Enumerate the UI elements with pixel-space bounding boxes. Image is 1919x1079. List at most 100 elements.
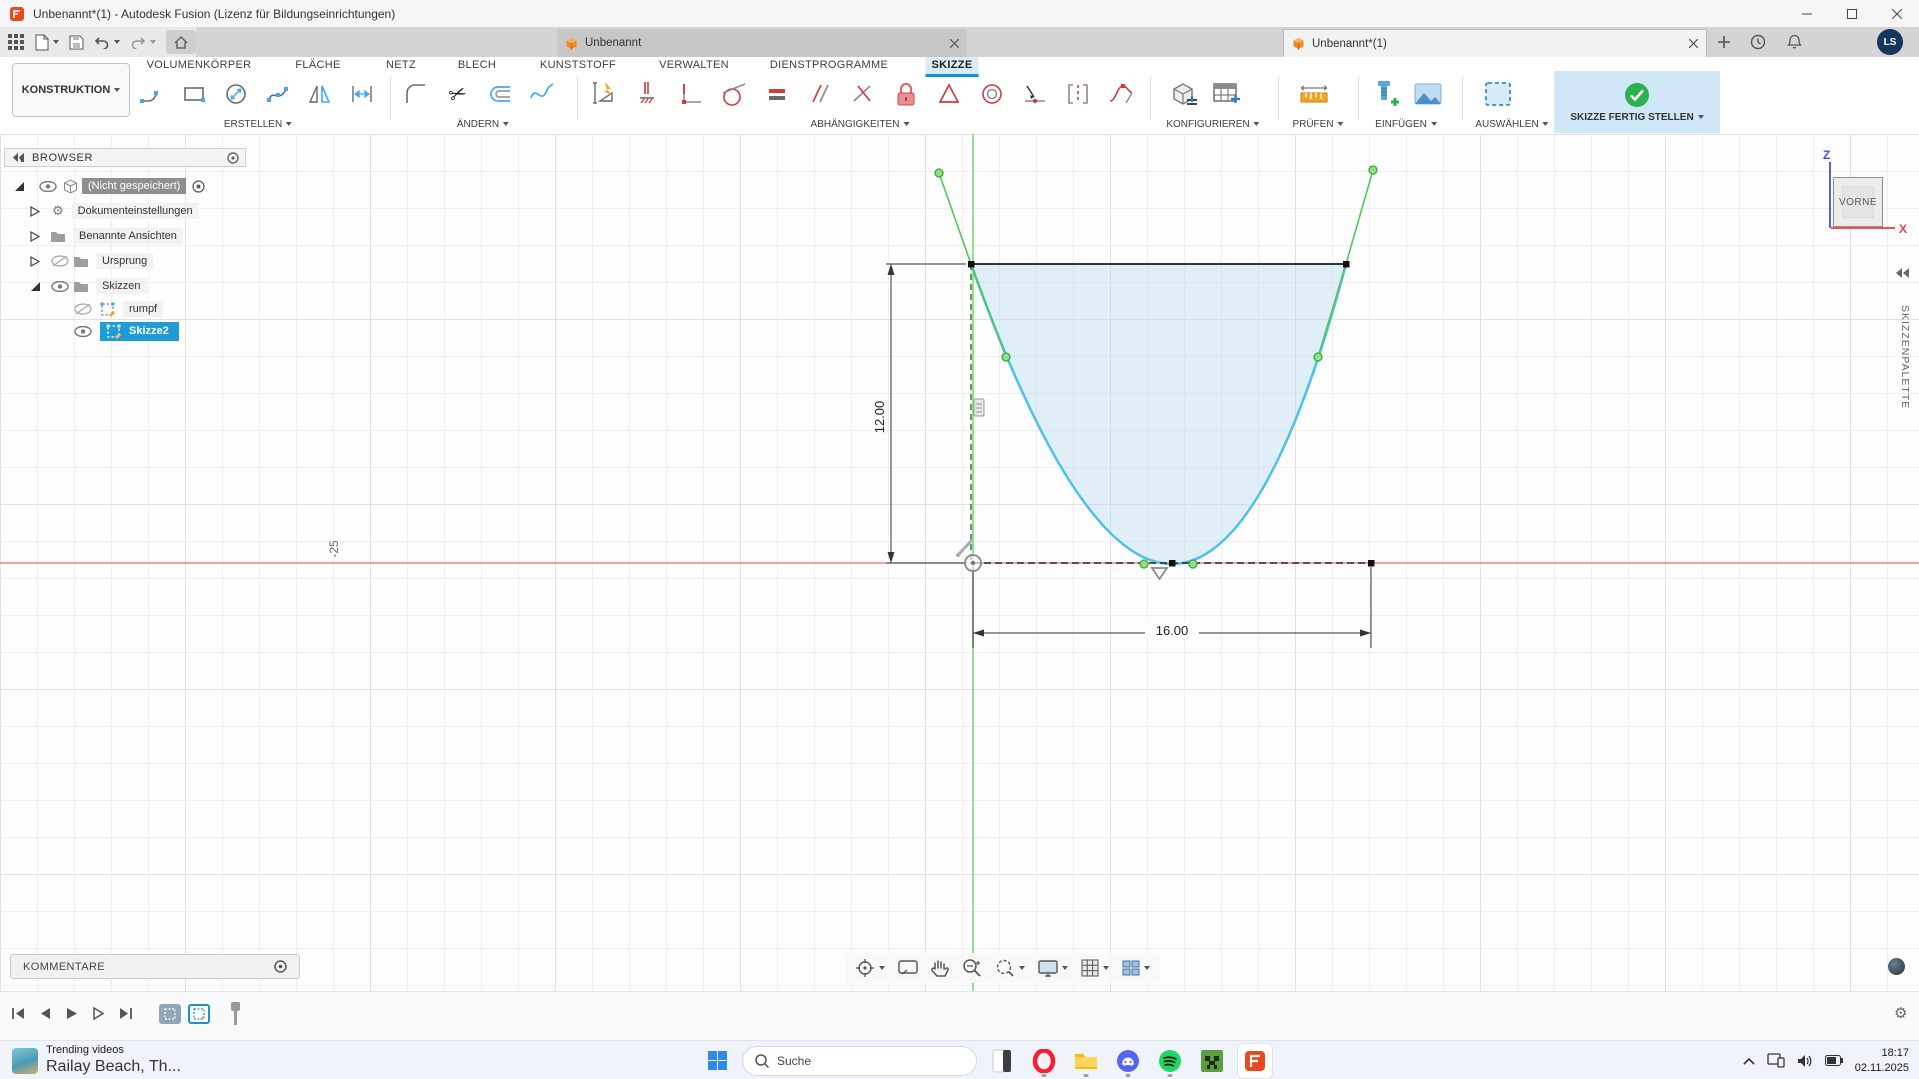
job-status-icon[interactable] <box>1750 34 1766 50</box>
app-icon-discord[interactable] <box>1111 1044 1145 1078</box>
tree-row-named-views[interactable]: Benannte Ansichten <box>30 226 183 246</box>
configuration-table-tool[interactable] <box>1208 74 1244 114</box>
settings-gear-icon[interactable]: ⚙ <box>1894 1004 1907 1022</box>
app-icon-spotify[interactable] <box>1153 1044 1187 1078</box>
save-icon[interactable] <box>69 35 84 50</box>
group-label-configure[interactable]: KONFIGURIEREN <box>1166 119 1259 130</box>
perpendicular-constraint-tool[interactable] <box>673 74 709 114</box>
orbit-button[interactable] <box>855 958 885 978</box>
expand-triangle-icon[interactable] <box>14 181 25 192</box>
collapsed-triangle-icon[interactable] <box>30 231 40 242</box>
sketch-profile-fill[interactable] <box>971 264 1346 564</box>
browser-header[interactable]: BROWSER <box>4 148 246 167</box>
activate-radio-icon[interactable] <box>192 180 205 193</box>
collinear-constraint-tool[interactable] <box>845 74 881 114</box>
assistant-icon[interactable] <box>1888 958 1905 975</box>
tab-verwalten[interactable]: VERWALTEN <box>653 57 735 74</box>
mirror-tool[interactable] <box>302 74 338 114</box>
browser-options-icon[interactable] <box>227 152 239 164</box>
tab-close-icon[interactable] <box>1689 39 1698 48</box>
parallel-constraint-tool[interactable] <box>802 74 838 114</box>
tab-flaeche[interactable]: FLÄCHE <box>289 57 346 74</box>
tab-netz[interactable]: NETZ <box>380 57 422 74</box>
konstruktion-dropdown[interactable]: KONSTRUKTION <box>12 63 130 117</box>
timeline-feature-skizze2[interactable] <box>188 1004 210 1024</box>
tree-row-origin[interactable]: Ursprung <box>30 251 153 271</box>
tray-clock[interactable]: 18:17 02.11.2025 <box>1855 1046 1909 1075</box>
taskbar-widget[interactable]: Trending videos Railay Beach, Th... <box>0 1044 242 1078</box>
timeline-go-start-button[interactable] <box>8 1004 28 1024</box>
tab-volumenkoerper[interactable]: VOLUMENKÖRPER <box>141 57 258 74</box>
comments-options-icon[interactable] <box>274 960 287 973</box>
tree-row-document-settings[interactable]: ⚙ Dokumenteinstellungen <box>30 201 199 221</box>
taskbar-search-box[interactable]: Suche <box>742 1046 977 1076</box>
look-at-button[interactable] <box>898 960 918 976</box>
app-icon-opera[interactable] <box>1027 1044 1061 1078</box>
midpoint-constraint-tool[interactable] <box>1017 74 1053 114</box>
select-tool[interactable] <box>1480 74 1516 114</box>
line-tool[interactable] <box>134 74 170 114</box>
app-icon-explorer[interactable] <box>1069 1044 1103 1078</box>
tray-device-icon[interactable] <box>1767 1053 1785 1068</box>
group-label-modify[interactable]: ÄNDERN <box>457 119 509 130</box>
origin-point[interactable] <box>965 555 981 571</box>
fillet-tool[interactable] <box>398 74 434 114</box>
redo-button[interactable] <box>130 35 156 49</box>
circle-tool[interactable] <box>218 74 254 114</box>
undo-button[interactable] <box>94 35 120 49</box>
tangent-constraint-tool[interactable] <box>716 74 752 114</box>
visibility-eye-icon[interactable] <box>74 326 92 337</box>
collapse-arrows-icon[interactable] <box>13 153 24 162</box>
palette-collapse-icon[interactable] <box>1896 268 1909 278</box>
timeline-play-button[interactable] <box>62 1004 82 1024</box>
app-icon-fusion-active[interactable] <box>1237 1043 1273 1079</box>
tray-chevron-icon[interactable] <box>1743 1057 1755 1065</box>
configure-tool[interactable] <box>1166 74 1202 114</box>
dimension-width-value[interactable]: 16.00 <box>1156 623 1189 638</box>
timeline-step-back-button[interactable] <box>35 1004 55 1024</box>
group-label-create[interactable]: ERSTELLEN <box>224 119 292 130</box>
insert-image-tool[interactable] <box>1410 74 1446 114</box>
new-tab-plus-icon[interactable] <box>1718 36 1730 48</box>
visibility-eye-icon[interactable] <box>39 181 57 192</box>
collapsed-triangle-icon[interactable] <box>30 256 40 267</box>
start-button[interactable] <box>700 1044 734 1078</box>
app-grid-icon[interactable] <box>8 34 25 51</box>
sketch-palette-tab[interactable]: SKIZZENPALETTE <box>1899 305 1911 409</box>
curvature-constraint-tool[interactable] <box>1103 74 1139 114</box>
timeline-go-end-button[interactable] <box>116 1004 136 1024</box>
doc-tab-unbenannt1[interactable]: Unbenannt*(1) <box>1283 29 1707 57</box>
dimension-height-value[interactable]: 12.00 <box>872 401 887 434</box>
notification-bell-icon[interactable] <box>1787 34 1802 50</box>
equal-constraint-tool[interactable] <box>759 74 795 114</box>
zoom-button[interactable] <box>962 958 982 978</box>
home-button[interactable] <box>166 30 196 54</box>
tree-row-root[interactable]: (Nicht gespeichert) <box>14 176 205 196</box>
display-settings-button[interactable] <box>1038 960 1068 977</box>
grid-settings-button[interactable] <box>1081 959 1109 977</box>
tray-volume-icon[interactable] <box>1797 1054 1813 1068</box>
app-icon-minecraft[interactable] <box>1195 1044 1229 1078</box>
tab-dienstprogramme[interactable]: DIENSTPROGRAMME <box>764 57 894 74</box>
fix-constraint-tool[interactable] <box>630 74 666 114</box>
app-icon-notepad[interactable] <box>985 1044 1019 1078</box>
insert-component-tool[interactable] <box>1368 74 1404 114</box>
group-label-constraints[interactable]: ABHÄNGIGKEITEN <box>811 119 910 130</box>
doc-tab-unbenannt[interactable]: Unbenannt <box>557 29 967 57</box>
hidden-eye-icon[interactable] <box>74 303 92 315</box>
group-label-select[interactable]: AUSWÄHLEN <box>1475 119 1548 130</box>
curve-tool[interactable] <box>524 74 560 114</box>
dimension-vertical[interactable] <box>886 264 966 563</box>
offset-tool[interactable] <box>482 74 518 114</box>
hidden-eye-icon[interactable] <box>51 255 69 267</box>
lock-icon[interactable] <box>888 74 924 114</box>
dimension-tool[interactable] <box>344 74 380 114</box>
tab-close-icon[interactable] <box>950 39 959 48</box>
tab-blech[interactable]: BLECH <box>452 57 502 74</box>
pan-button[interactable] <box>931 959 949 978</box>
tab-kunststoff[interactable]: KUNSTSTOFF <box>534 57 622 74</box>
sketch-dimension-tool[interactable] <box>587 74 623 114</box>
tray-battery-icon[interactable] <box>1825 1055 1843 1066</box>
minimize-button[interactable] <box>1784 1 1829 27</box>
viewports-button[interactable] <box>1122 960 1150 976</box>
